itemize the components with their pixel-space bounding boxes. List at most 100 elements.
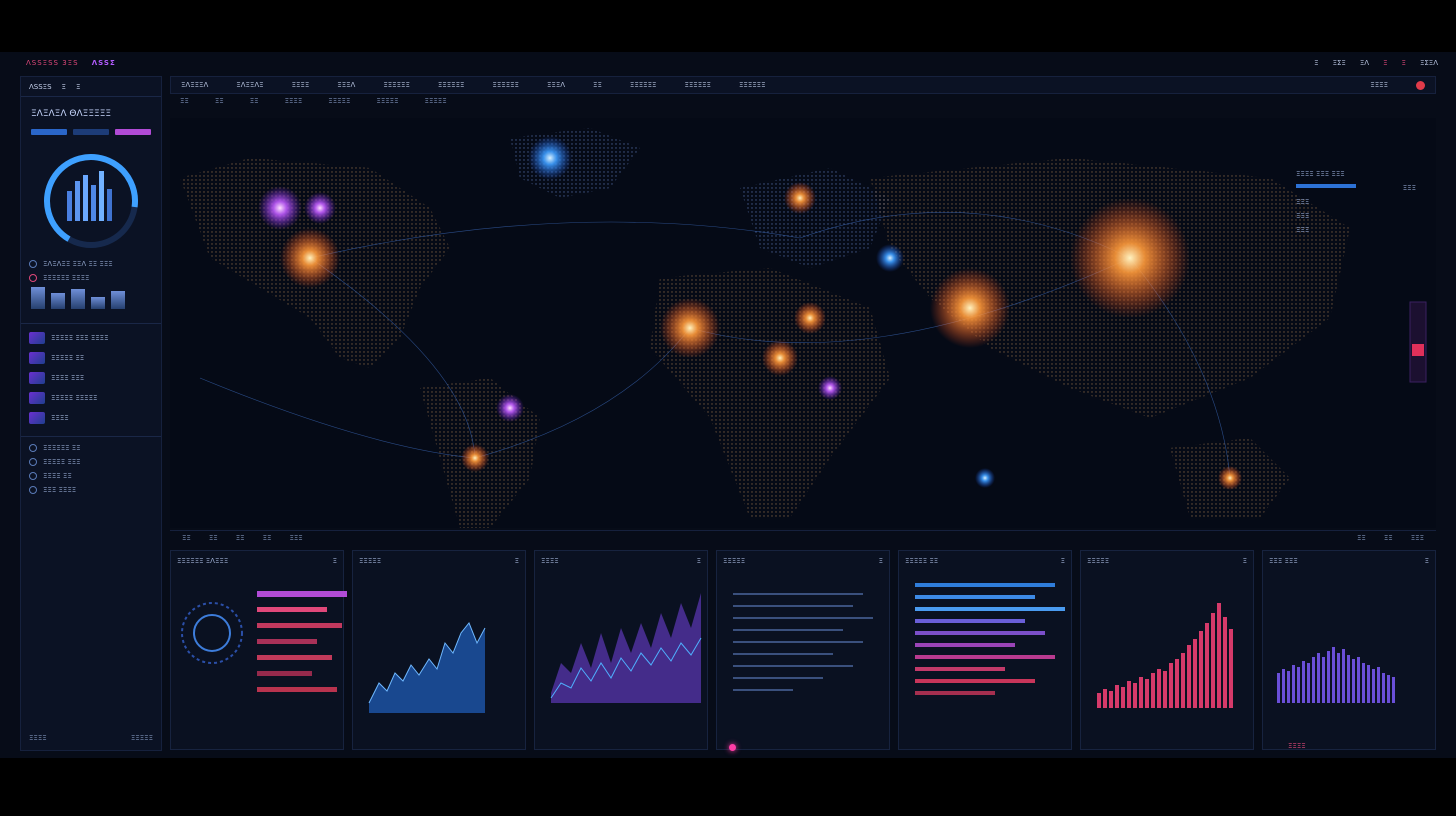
panel-menu-icon[interactable]: Ξ <box>879 557 883 569</box>
left-sidebar: ΛSSΞS Ξ Ξ ΞΛΞΛΞΛ ΘΛΞΞΞΞΞ ΞΛΞΛΞΞ ΞΞΛ ΞΞ Ξ… <box>20 76 162 751</box>
map-status-item[interactable]: ΞΞ <box>209 534 218 542</box>
top-action-3[interactable]: ΞΛ <box>1360 59 1369 67</box>
sidebar-section-row[interactable]: ΞΞΞΞΞ ΞΞΞ <box>21 455 161 469</box>
sidebar-header-action-2[interactable]: Ξ <box>76 83 80 91</box>
hotspot <box>1070 198 1190 318</box>
menu-item[interactable]: ΞΞΞΞΞΞ <box>739 81 766 89</box>
top-action-4[interactable]: Ξ <box>1383 59 1387 67</box>
menu-item[interactable]: ΞΞΞΞΞΞ <box>383 81 410 89</box>
sidebar-section-row[interactable]: ΞΞΞ ΞΞΞΞ <box>21 483 161 497</box>
sidebar-tab-1[interactable] <box>31 129 67 135</box>
list-item[interactable]: ΞΞΞΞ <box>21 408 161 428</box>
map-status-item[interactable]: ΞΞ <box>263 534 272 542</box>
mini-bar <box>51 293 65 309</box>
sidebar-footer-left[interactable]: ΞΞΞΞ <box>29 734 47 742</box>
map-status-item[interactable]: ΞΞ <box>236 534 245 542</box>
section-row-label: ΞΞΞΞΞ ΞΞΞ <box>43 458 81 466</box>
menu-item[interactable]: ΞΞΞΞΞΞ <box>684 81 711 89</box>
legend-bar <box>1296 184 1356 188</box>
list-item[interactable]: ΞΞΞΞΞ ΞΞ <box>21 348 161 368</box>
mini-bar <box>71 289 85 309</box>
list-item[interactable]: ΞΞΞΞΞ ΞΞΞ ΞΞΞΞ <box>21 328 161 348</box>
subbar-item[interactable]: ΞΞΞΞΞ <box>376 97 398 105</box>
page-indicator-dot[interactable] <box>729 744 736 751</box>
gear-icon <box>29 486 37 494</box>
brand: ΛSSΞSS 3ΞS ΛSSΣ <box>26 59 116 67</box>
list-item[interactable]: ΞΞΞΞΞ ΞΞΞΞΞ <box>21 388 161 408</box>
menu-item[interactable]: ΞΞΞΞΞΞ <box>438 81 465 89</box>
menu-right-label[interactable]: ΞΞΞΞ <box>1370 81 1388 89</box>
purple-histogram <box>1277 647 1395 703</box>
sidebar-header-label[interactable]: ΛSSΞS <box>29 83 52 91</box>
gear-icon <box>29 444 37 452</box>
menu-item[interactable]: ΞΞ <box>593 81 602 89</box>
sidebar-footer-right[interactable]: ΞΞΞΞΞ <box>131 734 153 742</box>
alert-icon[interactable] <box>1416 80 1425 90</box>
panel-blue-area[interactable]: ΞΞΞΞΞ Ξ <box>352 550 526 750</box>
legend-value: ΞΞΞ <box>1296 226 1310 234</box>
panel-menu-icon[interactable]: Ξ <box>697 557 701 569</box>
menu-item[interactable]: ΞΞΞΞΞΞ <box>630 81 657 89</box>
panel-menu-icon[interactable]: Ξ <box>1061 557 1065 569</box>
gauge-graphic <box>44 154 139 248</box>
subbar-item[interactable]: ΞΞ <box>180 97 189 105</box>
subbar-item[interactable]: ΞΞΞΞΞ <box>328 97 350 105</box>
subbar-item[interactable]: ΞΞΞΞ <box>285 97 303 105</box>
hotspot <box>930 268 1010 348</box>
world-map[interactable]: ΞΞΞΞ ΞΞΞ ΞΞΞ ΞΞΞ ΞΞΞ ΞΞΞ ΞΞΞ <box>170 118 1436 528</box>
legend-value: ΞΞΞ <box>1402 184 1416 192</box>
sidebar-footer: ΞΞΞΞ ΞΞΞΞΞ <box>29 734 153 742</box>
sidebar-section-row[interactable]: ΞΞΞΞ ΞΞ <box>21 469 161 483</box>
list-item-label: ΞΞΞΞ <box>51 414 69 422</box>
top-action-2[interactable]: ΞΣΞ <box>1333 59 1346 67</box>
sidebar-mini-bars <box>21 285 161 315</box>
map-status-item[interactable]: ΞΞ <box>1357 534 1366 542</box>
panel-header: ΞΞΞΞΞ Ξ <box>723 557 883 569</box>
sidebar-tab-3[interactable] <box>115 129 151 135</box>
hotspot <box>496 394 524 422</box>
menu-item[interactable]: ΞΞΞΛ <box>337 81 355 89</box>
menu-item[interactable]: ΞΞΞΞΞΞ <box>492 81 519 89</box>
panel-menu-icon[interactable]: Ξ <box>1425 557 1429 569</box>
panel-spectrum[interactable]: ΞΞΞΞ Ξ <box>534 550 708 750</box>
legend-line: ΞΞΞ <box>1296 212 1416 220</box>
panel-menu-icon[interactable]: Ξ <box>333 557 337 569</box>
top-action-1[interactable]: Ξ <box>1314 59 1318 67</box>
map-status-item[interactable]: ΞΞΞ <box>289 534 302 542</box>
list-item[interactable]: ΞΞΞΞ ΞΞΞ <box>21 368 161 388</box>
subbar-item[interactable]: ΞΞΞΞΞ <box>425 97 447 105</box>
list-item-label: ΞΞΞΞΞ ΞΞ <box>51 354 85 362</box>
map-status-item[interactable]: ΞΞ <box>1384 534 1393 542</box>
panel-menu-icon[interactable]: Ξ <box>1243 557 1247 569</box>
list-item-label: ΞΞΞΞΞ ΞΞΞΞΞ <box>51 394 98 402</box>
top-action-6[interactable]: ΞΣΞΛ <box>1420 59 1438 67</box>
section-row-label: ΞΞΞΞ ΞΞ <box>43 472 72 480</box>
sidebar-section-row[interactable]: ΞΞΞΞΞΞ ΞΞ <box>21 441 161 455</box>
menu-item[interactable]: ΞΛΞΞΞΛ <box>181 81 208 89</box>
log-lines <box>733 593 873 691</box>
map-status-item[interactable]: ΞΞΞ <box>1411 534 1424 542</box>
map-status-item[interactable]: ΞΞ <box>182 534 191 542</box>
panel-radial[interactable]: ΞΞΞΞΞΞ ΞΛΞΞΞ Ξ <box>170 550 347 750</box>
panel-horizontal-bars[interactable]: ΞΞΞΞΞ ΞΞ Ξ <box>898 550 1072 750</box>
menu-item[interactable]: ΞΞΞΛ <box>547 81 565 89</box>
panel-purple-histogram[interactable]: ΞΞΞ ΞΞΞ Ξ <box>1262 550 1436 750</box>
menu-item[interactable]: ΞΛΞΞΛΞ <box>236 81 263 89</box>
sidebar-row-2[interactable]: ΞΞΞΞΞΞ ΞΞΞΞ <box>21 271 161 285</box>
sidebar-tab-2[interactable] <box>73 129 109 135</box>
subbar-item[interactable]: ΞΞ <box>215 97 224 105</box>
gear-icon <box>29 458 37 466</box>
panel-red-bars[interactable]: ΞΞΞΞΞ Ξ <box>1080 550 1254 750</box>
legend-line: ΞΞΞΞ ΞΞΞ ΞΞΞ <box>1296 170 1416 178</box>
menu-bar: ΞΛΞΞΞΛ ΞΛΞΞΛΞ ΞΞΞΞ ΞΞΞΛ ΞΞΞΞΞΞ ΞΞΞΞΞΞ ΞΞ… <box>170 76 1436 94</box>
menu-item[interactable]: ΞΞΞΞ <box>292 81 310 89</box>
mini-bar <box>111 291 125 309</box>
panel-menu-icon[interactable]: Ξ <box>515 557 519 569</box>
subbar-item[interactable]: ΞΞ <box>250 97 259 105</box>
sidebar-row-1[interactable]: ΞΛΞΛΞΞ ΞΞΛ ΞΞ ΞΞΞ <box>21 257 161 271</box>
top-action-5[interactable]: Ξ <box>1402 59 1406 67</box>
hotspot <box>876 244 904 272</box>
panel-log[interactable]: ΞΞΞΞΞ Ξ <box>716 550 890 750</box>
hotspot <box>304 192 336 224</box>
sidebar-header-action-1[interactable]: Ξ <box>62 83 66 91</box>
